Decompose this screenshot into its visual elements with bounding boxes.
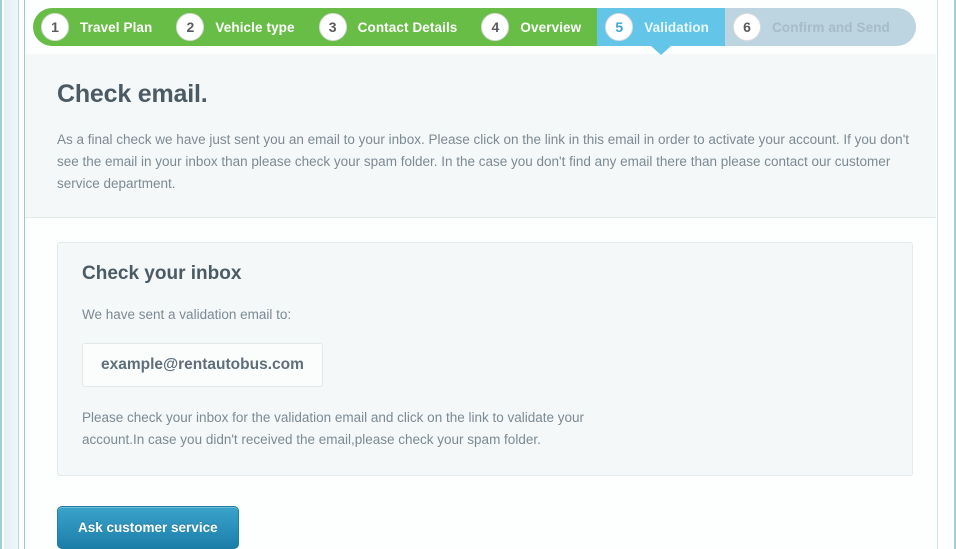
step-item-2[interactable]: 2 Vehicle type bbox=[168, 8, 311, 46]
step-item-4[interactable]: 4 Overview bbox=[473, 8, 598, 46]
card-title: Check your inbox bbox=[82, 263, 242, 284]
step-number-badge: 1 bbox=[41, 13, 69, 41]
card-lead-text: We have sent a validation email to: bbox=[82, 307, 292, 322]
step-number-badge: 5 bbox=[605, 13, 634, 41]
step-label: Validation bbox=[644, 19, 710, 35]
step-item-6[interactable]: 6 Confirm and Send bbox=[725, 8, 916, 46]
step-label: Contact Details bbox=[357, 19, 458, 35]
check-inbox-card: Check your inbox We have sent a validati… bbox=[57, 242, 913, 476]
step-label: Confirm and Send bbox=[772, 19, 890, 35]
page-title: Check email. bbox=[57, 80, 208, 108]
step-number-badge: 3 bbox=[318, 13, 347, 41]
step-list: 1 Travel Plan 2 Vehicle type 3 Contact Detail… bbox=[33, 8, 935, 46]
step-number-badge: 6 bbox=[733, 13, 762, 41]
page-frame: 1 Travel Plan 2 Vehicle type 3 Contact Detail… bbox=[0, 0, 956, 549]
action-row: Ask customer service bbox=[57, 476, 912, 549]
intro-paragraph: As a final check we have just sent you a… bbox=[57, 132, 910, 191]
left-edge-rule bbox=[18, 0, 19, 549]
main-body: Check your inbox We have sent a validati… bbox=[25, 218, 936, 549]
ask-customer-service-button[interactable]: Ask customer service bbox=[57, 506, 239, 549]
content-container: 1 Travel Plan 2 Vehicle type 3 Contact Detail… bbox=[24, 0, 936, 549]
step-label: Travel Plan bbox=[80, 19, 153, 35]
right-edge-rule bbox=[937, 0, 938, 549]
step-item-5[interactable]: 5 Validation bbox=[597, 8, 726, 46]
left-edge-gradient bbox=[4, 0, 18, 549]
step-label: Vehicle type bbox=[215, 19, 295, 35]
step-label: Overview bbox=[520, 19, 582, 35]
active-step-pointer bbox=[651, 46, 671, 55]
step-item-3[interactable]: 3 Contact Details bbox=[310, 8, 474, 46]
card-note-text: Please check your inbox for the validati… bbox=[82, 410, 585, 447]
step-number-badge: 2 bbox=[176, 13, 205, 41]
validation-email-value: example@rentautobus.com bbox=[82, 343, 323, 387]
step-number-badge: 4 bbox=[481, 13, 510, 41]
intro-section: Check email. As a final check we have ju… bbox=[25, 54, 936, 218]
step-item-1[interactable]: 1 Travel Plan bbox=[33, 8, 169, 46]
progress-stepbar: 1 Travel Plan 2 Vehicle type 3 Contact Detail… bbox=[33, 8, 935, 55]
